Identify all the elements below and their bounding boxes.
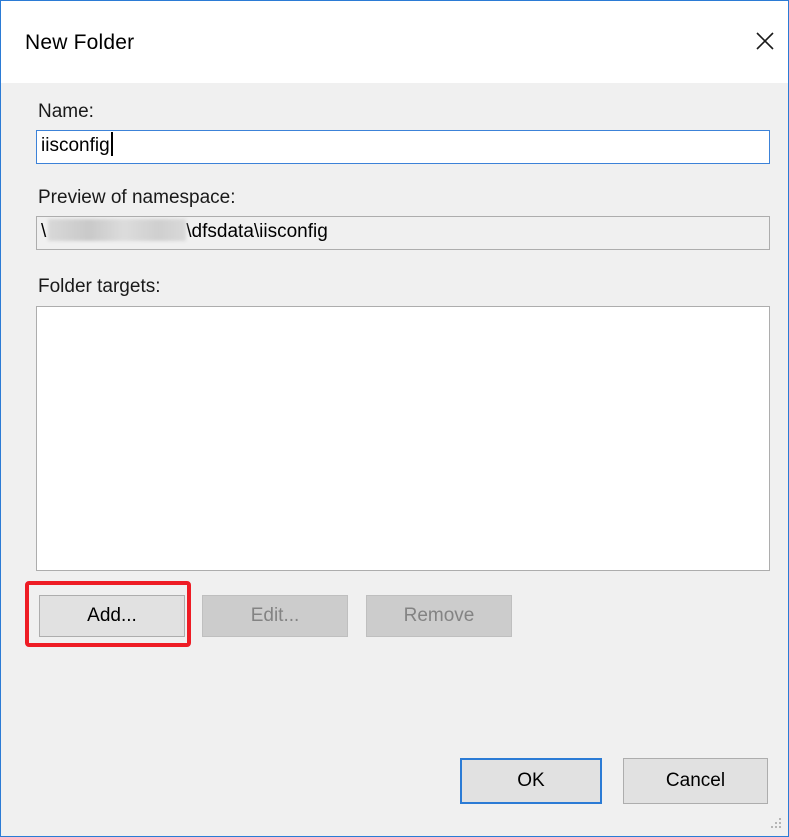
- preview-prefix: \: [41, 221, 47, 242]
- edit-button[interactable]: Edit...: [202, 595, 348, 637]
- new-folder-dialog: New Folder Name: iisconfig Preview of na…: [0, 0, 789, 837]
- name-label: Name:: [38, 101, 94, 122]
- cancel-button[interactable]: Cancel: [623, 758, 768, 804]
- close-icon[interactable]: [750, 26, 780, 56]
- remove-button[interactable]: Remove: [366, 595, 512, 637]
- name-input[interactable]: iisconfig: [36, 130, 770, 164]
- folder-targets-list[interactable]: [36, 306, 770, 571]
- resize-grip-icon[interactable]: [768, 816, 782, 830]
- namespace-preview-field: \ \dfsdata\iisconfig: [36, 216, 770, 250]
- dialog-title: New Folder: [25, 31, 135, 54]
- preview-path: \dfsdata\iisconfig: [186, 221, 328, 242]
- text-caret: [110, 132, 113, 156]
- preview-label: Preview of namespace:: [38, 187, 236, 208]
- add-button[interactable]: Add...: [39, 595, 185, 637]
- name-input-value: iisconfig: [41, 135, 110, 156]
- title-bar: New Folder: [1, 1, 788, 83]
- folder-targets-label: Folder targets:: [38, 276, 161, 297]
- redacted-server-name: [48, 219, 187, 241]
- ok-button[interactable]: OK: [460, 758, 602, 804]
